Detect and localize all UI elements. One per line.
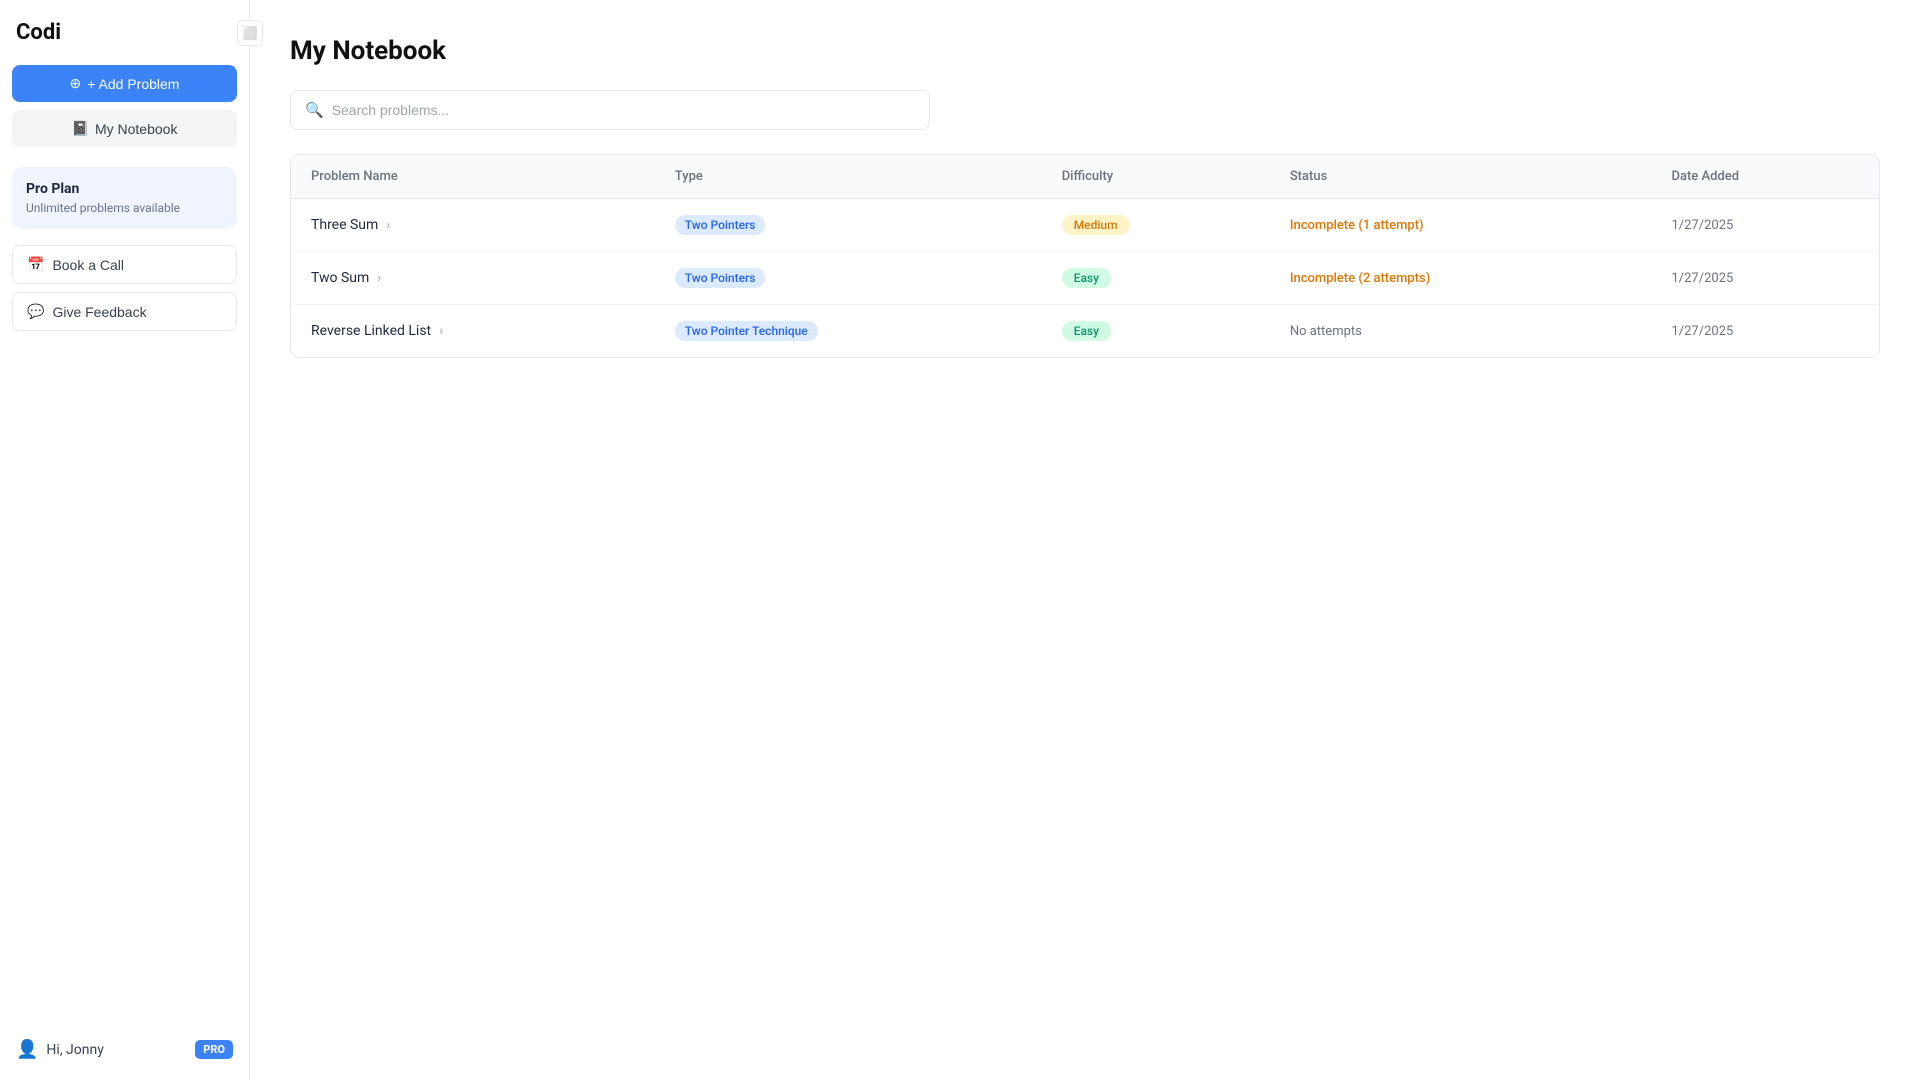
table-header-row: Problem Name Type Difficulty Status Date… (291, 155, 1879, 199)
col-header-date-added: Date Added (1651, 155, 1879, 199)
add-problem-label: + Add Problem (87, 76, 179, 92)
cell-date-1: 1/27/2025 (1651, 252, 1879, 305)
cell-date-2: 1/27/2025 (1651, 305, 1879, 358)
type-badge: Two Pointer Technique (675, 321, 818, 341)
col-header-type: Type (655, 155, 1042, 199)
app-logo: Codi (12, 20, 237, 45)
date-added-text: 1/27/2025 (1671, 218, 1733, 233)
col-header-problem-name: Problem Name (291, 155, 655, 199)
table-row[interactable]: Three Sum › Two Pointers Medium Incomple… (291, 199, 1879, 252)
date-added-text: 1/27/2025 (1671, 271, 1733, 286)
book-call-label: Book a Call (52, 257, 124, 273)
chevron-right-icon: › (439, 324, 443, 339)
problems-table: Problem Name Type Difficulty Status Date… (291, 155, 1879, 357)
problem-name-text: Two Sum (311, 270, 369, 286)
add-problem-button[interactable]: ⊕ + Add Problem (12, 65, 237, 102)
notebook-icon: 📓 (72, 120, 89, 137)
book-call-icon: 📅 (27, 256, 44, 273)
book-a-call-button[interactable]: 📅 Book a Call (12, 245, 237, 284)
user-icon: 👤 (16, 1039, 38, 1060)
pro-plan-subtitle: Unlimited problems available (26, 201, 223, 215)
sidebar-footer: 👤 Hi, Jonny PRO (12, 1029, 237, 1060)
difficulty-badge: Easy (1062, 321, 1111, 341)
cell-type-0: Two Pointers (655, 199, 1042, 252)
chevron-right-icon: › (386, 218, 390, 233)
give-feedback-label: Give Feedback (52, 304, 146, 320)
plus-icon: ⊕ (70, 75, 82, 92)
collapse-icon: ⬜ (243, 26, 258, 40)
pro-plan-title: Pro Plan (26, 181, 223, 197)
collapse-sidebar-button[interactable]: ⬜ (237, 20, 263, 46)
cell-difficulty-0: Medium (1042, 199, 1270, 252)
cell-difficulty-1: Easy (1042, 252, 1270, 305)
main-content: My Notebook 🔍 Problem Name Type Difficul… (250, 0, 1920, 1080)
search-icon: 🔍 (305, 101, 324, 119)
cell-status-0: Incomplete (1 attempt) (1270, 199, 1652, 252)
cell-difficulty-2: Easy (1042, 305, 1270, 358)
cell-problem-name-2: Reverse Linked List › (291, 305, 655, 358)
table-row[interactable]: Reverse Linked List › Two Pointer Techni… (291, 305, 1879, 358)
cell-problem-name-1: Two Sum › (291, 252, 655, 305)
cell-problem-name-0: Three Sum › (291, 199, 655, 252)
give-feedback-icon: 💬 (27, 303, 44, 320)
page-title: My Notebook (290, 36, 1880, 66)
sidebar: Codi ⊕ + Add Problem 📓 My Notebook Pro P… (0, 0, 250, 1080)
status-text: Incomplete (2 attempts) (1290, 271, 1430, 286)
type-badge: Two Pointers (675, 268, 766, 288)
my-notebook-label: My Notebook (95, 121, 177, 137)
chevron-right-icon: › (377, 271, 381, 286)
type-badge: Two Pointers (675, 215, 766, 235)
search-input[interactable] (332, 102, 915, 118)
table-row[interactable]: Two Sum › Two Pointers Easy Incomplete (… (291, 252, 1879, 305)
col-header-status: Status (1270, 155, 1652, 199)
user-info: 👤 Hi, Jonny (16, 1039, 104, 1060)
user-greeting: Hi, Jonny (46, 1042, 103, 1058)
my-notebook-button[interactable]: 📓 My Notebook (12, 110, 237, 147)
cell-date-0: 1/27/2025 (1651, 199, 1879, 252)
problem-name-text: Reverse Linked List (311, 323, 431, 339)
status-text: Incomplete (1 attempt) (1290, 218, 1424, 233)
problem-name-text: Three Sum (311, 217, 378, 233)
cell-type-2: Two Pointer Technique (655, 305, 1042, 358)
cell-type-1: Two Pointers (655, 252, 1042, 305)
give-feedback-button[interactable]: 💬 Give Feedback (12, 292, 237, 331)
cell-status-1: Incomplete (2 attempts) (1270, 252, 1652, 305)
problems-table-container: Problem Name Type Difficulty Status Date… (290, 154, 1880, 358)
difficulty-badge: Easy (1062, 268, 1111, 288)
search-bar: 🔍 (290, 90, 930, 130)
pro-badge: PRO (195, 1040, 233, 1059)
status-text: No attempts (1290, 324, 1362, 339)
pro-plan-card: Pro Plan Unlimited problems available (12, 167, 237, 229)
difficulty-badge: Medium (1062, 215, 1130, 235)
date-added-text: 1/27/2025 (1671, 324, 1733, 339)
col-header-difficulty: Difficulty (1042, 155, 1270, 199)
cell-status-2: No attempts (1270, 305, 1652, 358)
